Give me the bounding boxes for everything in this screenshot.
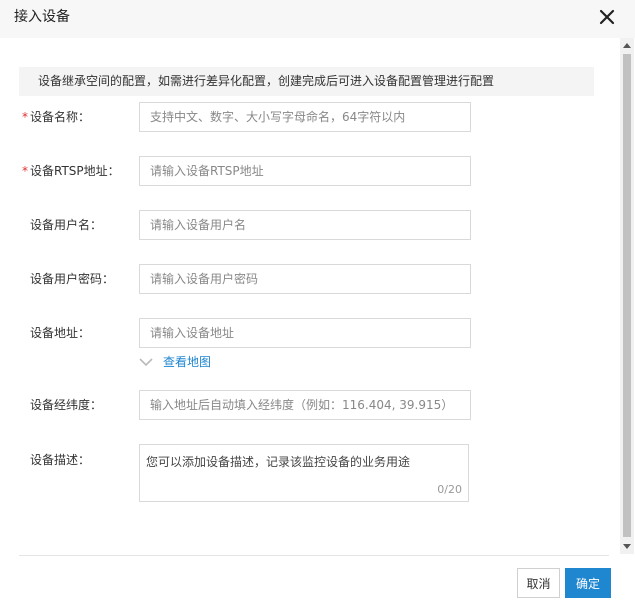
- dialog-title: 接入设备: [14, 9, 70, 25]
- footer-divider: [19, 555, 609, 556]
- device-rtsp-label: * 设备RTSP地址：: [22, 164, 120, 178]
- arrow-down-icon[interactable]: [620, 540, 634, 554]
- device-username-label: 设备用户名：: [30, 218, 103, 232]
- device-name-label: * 设备名称：: [22, 110, 91, 124]
- device-username-input[interactable]: [139, 210, 471, 240]
- device-rtsp-input[interactable]: [139, 156, 471, 186]
- chevron-down-icon: [139, 358, 153, 367]
- arrow-up-icon[interactable]: [620, 38, 634, 52]
- device-address-input[interactable]: [139, 318, 471, 348]
- device-name-input[interactable]: [139, 102, 471, 132]
- cancel-button[interactable]: 取消: [517, 568, 560, 598]
- inherit-notice: 设备继承空间的配置，如需进行差异化配置，创建完成后可进入设备配置管理进行配置: [19, 67, 594, 96]
- device-description-wrap: 0/20: [139, 444, 469, 502]
- device-coords-input[interactable]: [139, 390, 471, 420]
- device-password-label: 设备用户密码：: [30, 272, 115, 286]
- char-counter: 0/20: [437, 483, 462, 496]
- required-mark: *: [22, 110, 28, 124]
- device-description-textarea[interactable]: [140, 445, 468, 501]
- scrollbar[interactable]: [620, 38, 634, 554]
- device-password-input[interactable]: [139, 264, 471, 294]
- close-icon[interactable]: [598, 8, 616, 26]
- dialog-header: 接入设备: [0, 0, 635, 38]
- view-map-link[interactable]: 查看地图: [139, 354, 211, 370]
- scrollbar-thumb[interactable]: [623, 54, 631, 537]
- device-description-label: 设备描述：: [30, 453, 91, 467]
- device-coords-label: 设备经纬度：: [30, 398, 103, 412]
- device-address-label: 设备地址：: [30, 326, 91, 340]
- confirm-button[interactable]: 确定: [565, 568, 611, 598]
- view-map-label: 查看地图: [163, 355, 212, 369]
- required-mark: *: [22, 164, 28, 178]
- add-device-dialog: 接入设备 设备继承空间的配置，如需进行差异化配置，创建完成后可进入设备配置管理进…: [0, 0, 635, 603]
